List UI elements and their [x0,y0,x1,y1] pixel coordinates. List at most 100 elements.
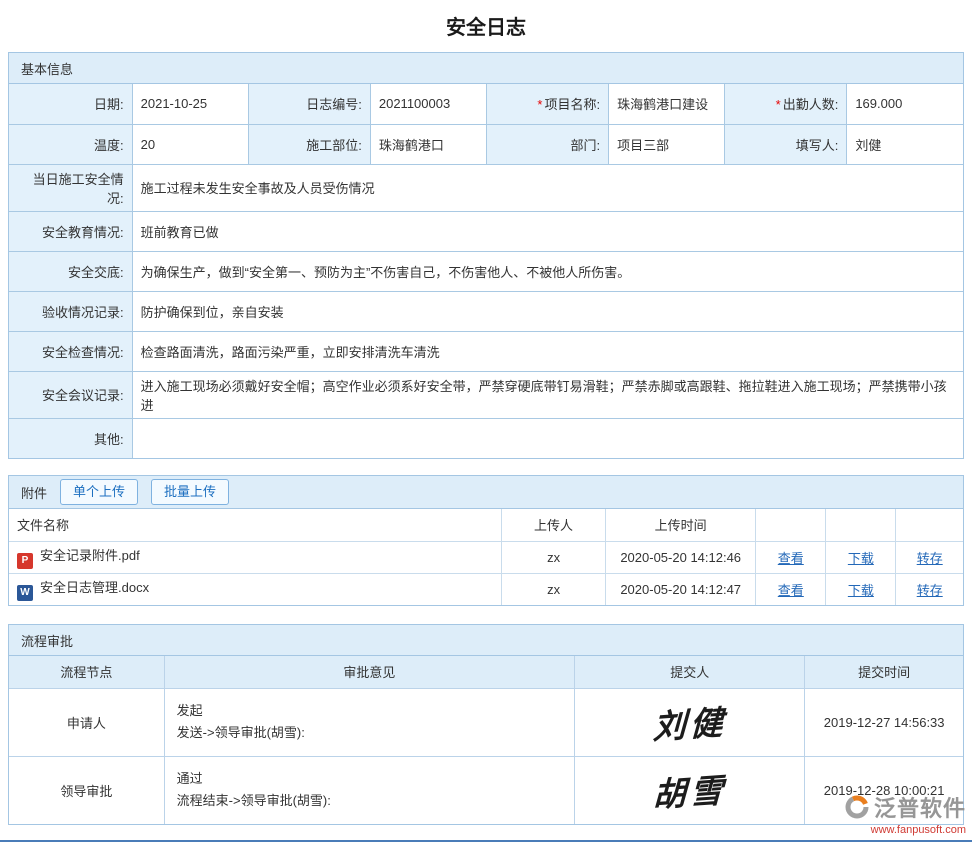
column-header-empty [826,509,896,541]
field-value: 169.000 [847,84,963,124]
field-label: 当日施工安全情况: [9,164,132,211]
field-value: 珠海鹤港口 [370,124,486,164]
upload-time-cell: 2020-05-20 14:12:47 [606,573,756,605]
attachments-panel-title: 附件 [21,483,47,502]
pdf-file-icon: P [17,553,33,569]
column-header-opinion: 审批意见 [164,656,574,688]
brand-name: 泛普软件 [874,791,966,823]
file-name: 安全日志管理.docx [40,580,149,595]
table-row: 当日施工安全情况: 施工过程未发生安全事故及人员受伤情况 [9,164,963,211]
field-value [132,418,963,458]
field-label: 日期: [9,84,132,124]
download-link[interactable]: 下载 [848,551,874,566]
column-header-upload-time: 上传时间 [606,509,756,541]
download-link[interactable]: 下载 [848,583,874,598]
column-header-uploader: 上传人 [502,509,606,541]
fanpu-logo-icon [844,794,870,820]
attachments-panel-header: 附件 单个上传 批量上传 [9,476,963,509]
column-header-empty [756,509,826,541]
table-row: W 安全日志管理.docx zx 2020-05-20 14:12:47 查看 下… [9,573,963,605]
opinion-line: 发送->领导审批(胡雪): [177,722,566,744]
batch-upload-button[interactable]: 批量上传 [151,479,229,505]
table-row: 领导审批 通过 流程结束->领导审批(胡雪): 胡雪 2019-12-28 10… [9,756,963,824]
basic-info-table: 日期: 2021-10-25 日志编号: 2021100003 *项目名称: 珠… [9,84,963,458]
basic-info-panel-title: 基本信息 [21,59,73,78]
field-value: 珠海鹤港口建设 [609,84,725,124]
required-asterisk: * [776,97,781,112]
approval-table-header-row: 流程节点 审批意见 提交人 提交时间 [9,656,963,688]
uploader-cell: zx [502,573,606,605]
field-value: 项目三部 [609,124,725,164]
signature-image: 刘健 [652,695,728,748]
view-link[interactable]: 查看 [778,551,804,566]
field-label: 验收情况记录: [9,291,132,331]
approval-panel-header: 流程审批 [9,625,963,656]
field-value: 20 [132,124,248,164]
submitter-signature-cell: 胡雪 [575,756,805,824]
column-header-submit-time: 提交时间 [805,656,963,688]
column-header-submitter: 提交人 [575,656,805,688]
flow-node-cell: 申请人 [9,688,164,756]
field-label: 安全检查情况: [9,331,132,371]
table-row: 申请人 发起 发送->领导审批(胡雪): 刘健 2019-12-27 14:56… [9,688,963,756]
field-label: 安全交底: [9,251,132,291]
field-label: *项目名称: [486,84,608,124]
field-label: 安全教育情况: [9,211,132,251]
approval-panel: 流程审批 流程节点 审批意见 提交人 提交时间 申请人 发起 发送->领导审批(… [8,624,964,825]
fanpu-watermark: 泛普软件 www.fanpusoft.com [844,791,966,836]
file-name: 安全记录附件.pdf [40,548,140,563]
uploader-cell: zx [502,541,606,573]
field-value: 刘健 [847,124,963,164]
field-label: 施工部位: [248,124,370,164]
save-link[interactable]: 转存 [917,551,943,566]
column-header-file-name: 文件名称 [9,509,502,541]
attachments-table: 文件名称 上传人 上传时间 P 安全记录附件.pdf zx 2020-05-20 … [9,509,963,605]
table-row: 安全检查情况: 检查路面清洗，路面污染严重，立即安排清洗车清洗 [9,331,963,371]
table-row: 安全会议记录: 进入施工现场必须戴好安全帽；高空作业必须系好安全带，严禁穿硬底带… [9,371,963,418]
field-label: 日志编号: [248,84,370,124]
view-link[interactable]: 查看 [778,583,804,598]
field-value: 班前教育已做 [132,211,963,251]
approval-table: 流程节点 审批意见 提交人 提交时间 申请人 发起 发送->领导审批(胡雪): … [9,656,963,824]
field-value: 防护确保到位，亲自安装 [132,291,963,331]
file-name-cell: P 安全记录附件.pdf [9,541,502,573]
flow-node-cell: 领导审批 [9,756,164,824]
page-title: 安全日志 [0,0,972,52]
opinion-line: 流程结束->领导审批(胡雪): [177,790,566,812]
field-label: 安全会议记录: [9,371,132,418]
field-value: 为确保生产，做到“安全第一、预防为主”不伤害自己，不伤害他人、不被他人所伤害。 [132,251,963,291]
basic-info-panel-header: 基本信息 [9,53,963,84]
field-label: 填写人: [725,124,847,164]
table-row: 安全教育情况: 班前教育已做 [9,211,963,251]
approval-panel-title: 流程审批 [21,631,73,650]
opinion-cell: 发起 发送->领导审批(胡雪): [164,688,574,756]
save-link[interactable]: 转存 [917,583,943,598]
submit-time-cell: 2019-12-27 14:56:33 [805,688,963,756]
basic-info-panel: 基本信息 日期: 2021-10-25 日志编号: 2021100003 *项目… [8,52,964,459]
field-value: 2021-10-25 [132,84,248,124]
word-file-icon: W [17,585,33,601]
file-name-cell: W 安全日志管理.docx [9,573,502,605]
upload-time-cell: 2020-05-20 14:12:46 [606,541,756,573]
column-header-flow-node: 流程节点 [9,656,164,688]
table-row: 验收情况记录: 防护确保到位，亲自安装 [9,291,963,331]
table-row: 其他: [9,418,963,458]
single-upload-button[interactable]: 单个上传 [60,479,138,505]
brand-url: www.fanpusoft.com [844,824,966,836]
attachments-table-header-row: 文件名称 上传人 上传时间 [9,509,963,541]
opinion-cell: 通过 流程结束->领导审批(胡雪): [164,756,574,824]
field-value: 进入施工现场必须戴好安全帽；高空作业必须系好安全带，严禁穿硬底带钉易滑鞋；严禁赤… [132,371,963,418]
submitter-signature-cell: 刘健 [575,688,805,756]
attachments-panel: 附件 单个上传 批量上传 文件名称 上传人 上传时间 P 安全记录附件.pdf z… [8,475,964,606]
table-row: 日期: 2021-10-25 日志编号: 2021100003 *项目名称: 珠… [9,84,963,124]
field-value: 2021100003 [370,84,486,124]
table-row: 温度: 20 施工部位: 珠海鹤港口 部门: 项目三部 填写人: 刘健 [9,124,963,164]
field-label: 部门: [486,124,608,164]
field-value: 施工过程未发生安全事故及人员受伤情况 [132,164,963,211]
column-header-empty [896,509,963,541]
field-label: 温度: [9,124,132,164]
field-label: *出勤人数: [725,84,847,124]
required-asterisk: * [537,97,542,112]
field-label: 其他: [9,418,132,458]
table-row: 安全交底: 为确保生产，做到“安全第一、预防为主”不伤害自己，不伤害他人、不被他… [9,251,963,291]
